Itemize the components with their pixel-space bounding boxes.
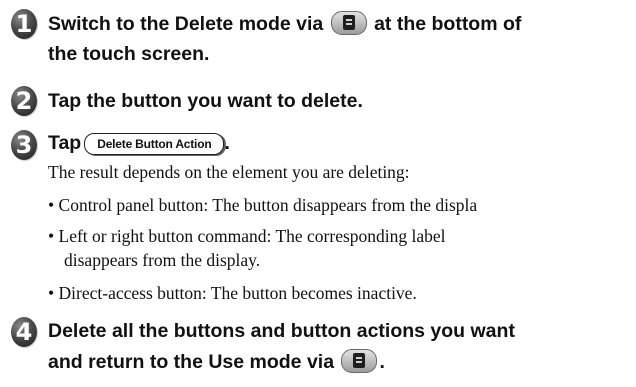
bullet-item-1: • Control panel button: The button disap… (48, 194, 477, 216)
document-glyph (342, 15, 355, 30)
bullet-mark: • (48, 195, 55, 215)
step-1-text-after-icon: at the bottom of (374, 13, 522, 35)
step-3-title: Tap Delete Button Action. (48, 131, 230, 156)
step-1-title-line-2: the touch screen. (48, 43, 210, 65)
document-glyph (353, 353, 366, 368)
bullet-item-2-continuation: disappears from the display. (64, 250, 261, 270)
delete-button-action-button: Delete Button Action (84, 133, 225, 155)
use-mode-icon (341, 349, 378, 373)
step-3-number-badge: 3 (11, 130, 37, 160)
step-4-period: . (379, 351, 385, 373)
step-2-title: Tap the button you want to delete. (48, 90, 363, 112)
bullet-item-2-text: Left or right button command: The corres… (58, 226, 446, 246)
delete-mode-icon (330, 11, 367, 35)
bullet-mark: • (48, 283, 55, 303)
step-2-number-badge: 2 (11, 86, 37, 116)
step-4-title-line-1: Delete all the buttons and button action… (48, 320, 515, 342)
step-3-intro: The result depends on the element you ar… (48, 162, 410, 182)
step-4-title-line-2: and return to the Use mode via . (48, 349, 385, 375)
step-1-title-line-1: Switch to the Delete mode via at the bot… (48, 11, 521, 37)
bullet-item-1-text: Control panel button: The button disappe… (58, 195, 478, 215)
step-1-number-badge: 1 (11, 9, 37, 39)
bullet-item-3-text: Direct-access button: The button becomes… (58, 283, 417, 303)
step-1-text-before-icon: Switch to the Delete mode via (48, 13, 324, 35)
step-4-text-before-icon: and return to the Use mode via (48, 351, 335, 373)
step-3-tap-label: Tap (48, 132, 82, 154)
bullet-item-2: • Left or right button command: The corr… (48, 225, 446, 247)
step-4-number-badge: 4 (11, 317, 37, 347)
step-3-period: . (224, 132, 230, 154)
bullet-mark: • (48, 226, 55, 246)
bullet-item-3: • Direct-access button: The button becom… (48, 282, 417, 304)
